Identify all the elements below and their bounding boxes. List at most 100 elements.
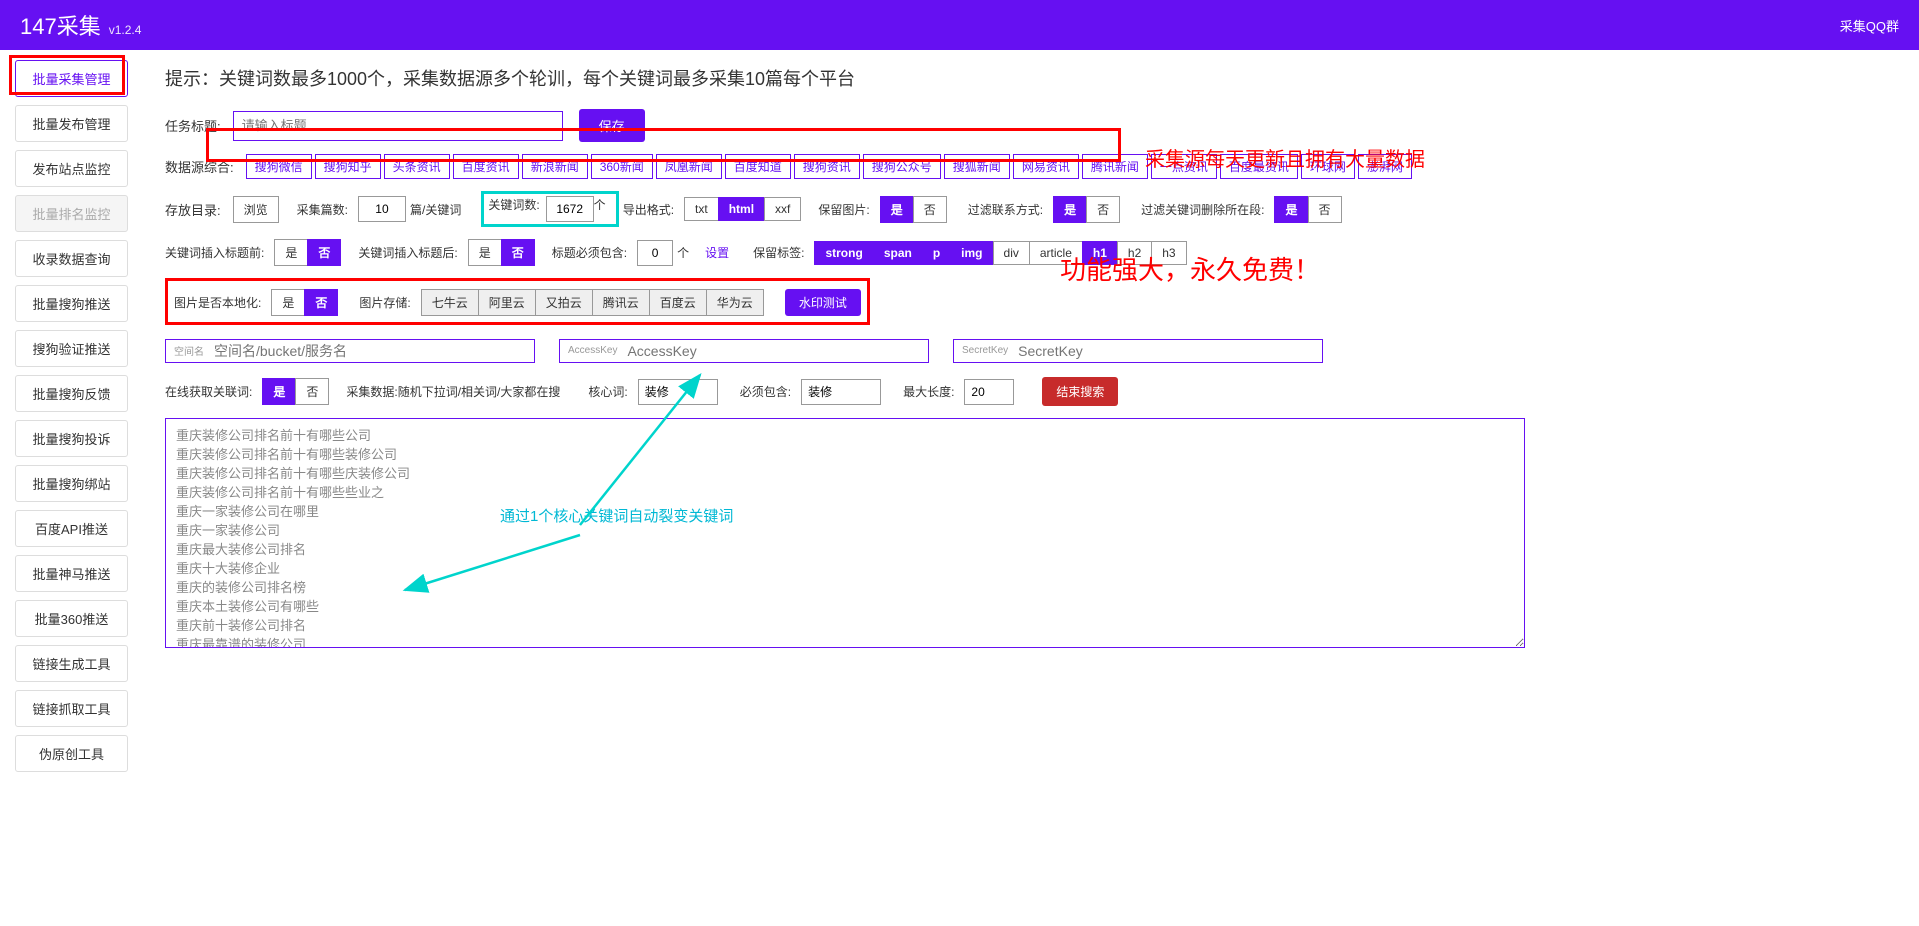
- collect-count-label: 采集篇数:: [297, 201, 348, 218]
- keep-img-no[interactable]: 否: [913, 196, 947, 223]
- sidebar-item[interactable]: 批量采集管理: [15, 60, 128, 97]
- source-tag[interactable]: 搜狗知乎: [315, 154, 381, 179]
- source-tag[interactable]: 360新闻: [591, 154, 653, 179]
- export-format-html[interactable]: html: [718, 197, 765, 221]
- sidebar-item[interactable]: 批量360推送: [15, 600, 128, 637]
- maxlen-label: 最大长度:: [903, 383, 954, 400]
- kw-after-label: 关键词插入标题后:: [358, 244, 457, 261]
- export-format-xxf[interactable]: xxf: [764, 197, 801, 221]
- source-tag[interactable]: 百度知道: [725, 154, 791, 179]
- export-format-txt[interactable]: txt: [684, 197, 719, 221]
- app-version: v1.2.4: [109, 23, 142, 37]
- sidebar-item: 批量排名监控: [15, 195, 128, 232]
- end-search-button[interactable]: 结束搜索: [1042, 377, 1118, 406]
- sidebar-item[interactable]: 收录数据查询: [15, 240, 128, 277]
- storage-option[interactable]: 腾讯云: [592, 289, 650, 316]
- keep-tag-span[interactable]: span: [873, 241, 923, 265]
- source-tag[interactable]: 搜狐新闻: [944, 154, 1010, 179]
- task-title-input[interactable]: [233, 111, 563, 141]
- storage-option[interactable]: 华为云: [706, 289, 764, 316]
- keep-tag-strong[interactable]: strong: [814, 241, 873, 265]
- source-tag[interactable]: 腾讯新闻: [1082, 154, 1148, 179]
- setting-link[interactable]: 设置: [705, 244, 729, 261]
- source-tag[interactable]: 网易资讯: [1013, 154, 1079, 179]
- keyword-count-input[interactable]: [546, 196, 594, 222]
- sidebar-item[interactable]: 链接抓取工具: [15, 690, 128, 727]
- sidebar-item[interactable]: 发布站点监控: [15, 150, 128, 187]
- storage-option[interactable]: 百度云: [649, 289, 707, 316]
- filter-contact-label: 过滤联系方式:: [968, 201, 1043, 218]
- sidebar-item[interactable]: 链接生成工具: [15, 645, 128, 682]
- source-tag[interactable]: 搜狗公众号: [863, 154, 941, 179]
- sidebar-item[interactable]: 批量发布管理: [15, 105, 128, 142]
- must-contain-unit: 个: [677, 244, 689, 261]
- annotation-cyan: 通过1个核心关键词自动裂变关键词: [500, 505, 733, 526]
- qq-group-link[interactable]: 采集QQ群: [1840, 16, 1899, 35]
- storage-dir-label: 存放目录:: [165, 200, 221, 219]
- img-local-yes[interactable]: 是: [271, 289, 305, 316]
- data-source-label: 数据源综合:: [165, 157, 234, 176]
- main-content: 提示：关键词数最多1000个，采集数据源多个轮训，每个关键词最多采集10篇每个平…: [140, 50, 1919, 790]
- sidebar-item[interactable]: 批量神马推送: [15, 555, 128, 592]
- keep-img-yes[interactable]: 是: [880, 196, 914, 223]
- annotation-red-1: 采集源每天更新且拥有大量数据: [1145, 143, 1425, 172]
- keep-tags-label: 保留标签:: [753, 244, 804, 261]
- watermark-button[interactable]: 水印测试: [785, 289, 861, 316]
- browse-button[interactable]: 浏览: [233, 196, 279, 223]
- space-input[interactable]: [214, 343, 526, 359]
- ak-input[interactable]: [627, 343, 920, 359]
- sidebar-item[interactable]: 批量搜狗绑站: [15, 465, 128, 502]
- source-tag[interactable]: 搜狗资讯: [794, 154, 860, 179]
- core-label: 核心词:: [588, 383, 627, 400]
- sk-label: SecretKey: [962, 345, 1008, 356]
- sidebar-item[interactable]: 伪原创工具: [15, 735, 128, 772]
- sidebar-item[interactable]: 批量搜狗反馈: [15, 375, 128, 412]
- source-tag[interactable]: 头条资讯: [384, 154, 450, 179]
- source-tag[interactable]: 新浪新闻: [522, 154, 588, 179]
- source-tag[interactable]: 百度资讯: [453, 154, 519, 179]
- keep-tag-img[interactable]: img: [950, 241, 993, 265]
- sk-input[interactable]: [1018, 343, 1314, 359]
- kw-before-no[interactable]: 否: [307, 239, 341, 266]
- kw-before-label: 关键词插入标题前:: [165, 244, 264, 261]
- online-kw-no[interactable]: 否: [295, 378, 329, 405]
- sidebar-item[interactable]: 批量搜狗投诉: [15, 420, 128, 457]
- sidebar: 批量采集管理批量发布管理发布站点监控批量排名监控收录数据查询批量搜狗推送搜狗验证…: [0, 50, 140, 790]
- source-tag[interactable]: 凤凰新闻: [656, 154, 722, 179]
- keyword-unit: 个: [594, 196, 606, 222]
- core-input[interactable]: [638, 379, 718, 405]
- kw-before-yes[interactable]: 是: [274, 239, 308, 266]
- app-header: 147采集 v1.2.4 采集QQ群: [0, 0, 1919, 50]
- sidebar-item[interactable]: 批量搜狗推送: [15, 285, 128, 322]
- app-title: 147采集: [20, 9, 101, 41]
- filter-contact-yes[interactable]: 是: [1053, 196, 1087, 223]
- kw-after-no[interactable]: 否: [501, 239, 535, 266]
- storage-option[interactable]: 七牛云: [421, 289, 479, 316]
- keep-tag-p[interactable]: p: [922, 241, 951, 265]
- sidebar-item[interactable]: 百度API推送: [15, 510, 128, 547]
- kw-after-yes[interactable]: 是: [468, 239, 502, 266]
- img-local-no[interactable]: 否: [304, 289, 338, 316]
- filter-contact-no[interactable]: 否: [1086, 196, 1120, 223]
- export-label: 导出格式:: [623, 201, 674, 218]
- task-title-label: 任务标题:: [165, 116, 221, 135]
- storage-option[interactable]: 阿里云: [478, 289, 536, 316]
- filter-keyword-no[interactable]: 否: [1308, 196, 1342, 223]
- source-tag[interactable]: 搜狗微信: [246, 154, 312, 179]
- online-kw-yes[interactable]: 是: [262, 378, 296, 405]
- keep-tag-div[interactable]: div: [993, 241, 1030, 265]
- save-button[interactable]: 保存: [579, 109, 645, 142]
- storage-option[interactable]: 又拍云: [535, 289, 593, 316]
- must-label: 必须包含:: [740, 383, 791, 400]
- filter-keyword-yes[interactable]: 是: [1274, 196, 1308, 223]
- sidebar-item[interactable]: 搜狗验证推送: [15, 330, 128, 367]
- maxlen-input[interactable]: [964, 379, 1014, 405]
- keep-img-label: 保留图片:: [818, 201, 869, 218]
- collect-count-input[interactable]: [358, 196, 406, 222]
- ak-label: AccessKey: [568, 345, 617, 356]
- collect-data-label: 采集数据:随机下拉词/相关词/大家都在搜: [346, 383, 560, 400]
- must-contain-input[interactable]: [637, 240, 673, 266]
- keywords-textarea[interactable]: [165, 418, 1525, 648]
- must-input[interactable]: [801, 379, 881, 405]
- hint-text: 提示：关键词数最多1000个，采集数据源多个轮训，每个关键词最多采集10篇每个平…: [165, 65, 1894, 91]
